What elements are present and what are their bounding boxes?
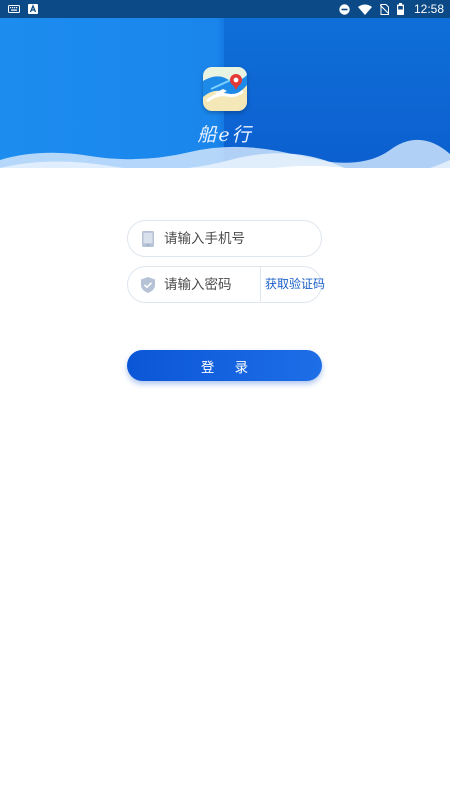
- phone-field[interactable]: [127, 220, 322, 257]
- status-bar: 12:58: [0, 0, 450, 18]
- wifi-icon: [357, 4, 372, 15]
- field-divider: [260, 267, 261, 302]
- phone-icon: [139, 230, 157, 248]
- app-map-logo-icon: [203, 67, 247, 111]
- no-sim-icon: [379, 3, 389, 15]
- a-notification-icon: [28, 4, 38, 14]
- status-bar-left: [8, 4, 38, 14]
- login-button[interactable]: 登 录: [127, 350, 322, 381]
- do-not-disturb-icon: [339, 3, 350, 15]
- header-banner: 船e行: [0, 18, 450, 168]
- shield-check-icon: [139, 276, 157, 294]
- keyboard-icon: [8, 5, 20, 13]
- get-code-button[interactable]: 获取验证码: [265, 267, 325, 302]
- status-bar-right: 12:58: [339, 2, 444, 16]
- header-waves: [0, 139, 450, 168]
- code-input[interactable]: [164, 276, 274, 293]
- code-field[interactable]: 获取验证码: [127, 266, 325, 303]
- status-time: 12:58: [413, 2, 444, 16]
- phone-input[interactable]: [164, 230, 274, 247]
- battery-icon: [396, 3, 404, 15]
